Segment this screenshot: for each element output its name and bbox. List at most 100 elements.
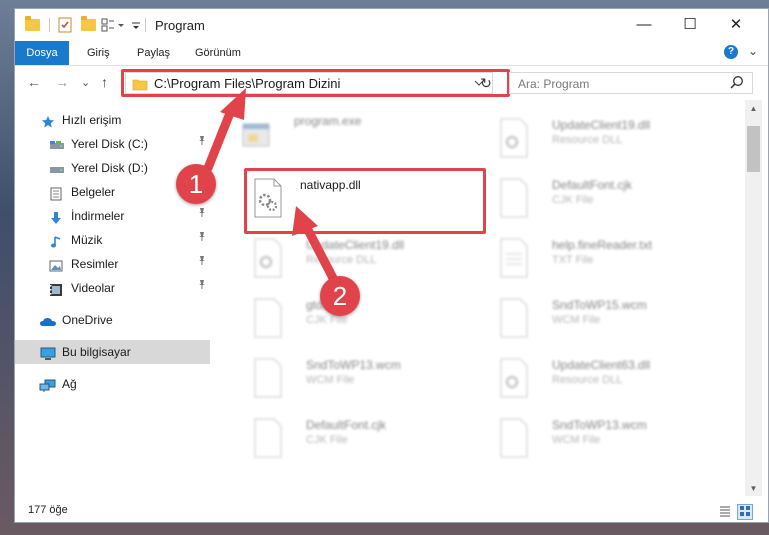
sidebar-item-label: Belgeler xyxy=(71,185,116,199)
file-name: UpdateClient19.dll xyxy=(306,238,405,252)
sidebar-item-label: Ağ xyxy=(62,377,77,391)
tiles-view-icon[interactable] xyxy=(737,504,753,520)
chevron-down-icon[interactable]: ⌄ xyxy=(748,44,758,58)
file-name: program.exe xyxy=(294,114,362,128)
file-item[interactable]: UpdateClient19.dll Resource DLL xyxy=(498,118,738,174)
scroll-down-arrow-icon[interactable]: ▼ xyxy=(745,484,762,493)
sidebar-item-label: İndirmeler xyxy=(71,209,125,223)
ribbon-tabs: Dosya Giriş Paylaş Görünüm ? ⌄ xyxy=(15,41,768,66)
text-file-icon xyxy=(498,238,530,278)
file-explorer-window: Program — ☐ ✕ Dosya Giriş Paylaş Görünüm… xyxy=(14,8,769,523)
file-item[interactable]: program.exe xyxy=(240,114,480,170)
pictures-icon xyxy=(49,257,63,272)
dll-file-icon xyxy=(498,118,530,158)
pin-icon xyxy=(197,228,207,252)
search-input[interactable] xyxy=(516,75,720,93)
customize-toolbar-icon[interactable] xyxy=(101,17,127,33)
address-highlight-annotation xyxy=(121,69,510,97)
step-1-badge: 1 xyxy=(176,164,216,204)
sidebar-item-music[interactable]: Müzik xyxy=(15,228,210,252)
pin-icon xyxy=(197,276,207,300)
dll-file-icon xyxy=(498,358,530,398)
search-box[interactable] xyxy=(509,72,753,94)
file-type: WCM File xyxy=(552,434,601,446)
file-icon xyxy=(252,418,284,458)
file-item[interactable]: UpdateClient63.dll Resource DLL xyxy=(498,358,738,414)
help-icon[interactable]: ? xyxy=(724,45,738,59)
pin-icon xyxy=(197,132,207,156)
item-count: 177 öğe xyxy=(28,504,68,516)
tab-home[interactable]: Giriş xyxy=(87,41,110,65)
file-name: DefaultFont.cjk xyxy=(306,418,387,432)
file-name: SndToWP15.wcm xyxy=(552,298,647,312)
file-type: WCM File xyxy=(552,314,601,326)
file-type: CJK File xyxy=(306,434,348,446)
file-name: help.fineReader.txt xyxy=(552,238,653,252)
sidebar-item-downloads[interactable]: İndirmeler xyxy=(15,204,210,228)
search-icon[interactable] xyxy=(730,75,744,92)
sidebar-item-quick-access[interactable]: Hızlı erişim xyxy=(15,108,210,132)
sidebar-item-network[interactable]: Ağ xyxy=(15,372,210,396)
recent-locations-button[interactable]: ⌄ xyxy=(81,76,90,89)
maximize-button[interactable]: ☐ xyxy=(667,9,713,41)
step-2-badge: 2 xyxy=(320,276,360,316)
sidebar-item-local-disk-c[interactable]: Yerel Disk (C:) xyxy=(15,132,210,156)
file-icon xyxy=(252,298,284,338)
up-button[interactable]: ↑ xyxy=(101,74,108,90)
sidebar-item-label: OneDrive xyxy=(62,313,113,327)
download-icon xyxy=(49,209,63,224)
forward-button[interactable]: → xyxy=(55,74,69,90)
sidebar-item-onedrive[interactable]: OneDrive xyxy=(15,308,210,332)
file-icon xyxy=(498,178,530,218)
computer-icon xyxy=(39,345,56,360)
scroll-up-arrow-icon[interactable]: ▲ xyxy=(745,104,762,113)
file-icon xyxy=(498,418,530,458)
file-item[interactable]: DefaultFont.cjk CJK File xyxy=(498,178,738,234)
sidebar-item-videos[interactable]: Videolar xyxy=(15,276,210,300)
file-type: WCM File xyxy=(306,374,355,386)
file-item[interactable]: help.fineReader.txt TXT File xyxy=(498,238,738,294)
sidebar-item-label: Yerel Disk (D:) xyxy=(71,161,148,175)
drive-icon xyxy=(49,137,64,151)
file-item[interactable]: gtd.cjk CJK File xyxy=(252,298,492,354)
sidebar-item-pictures[interactable]: Resimler xyxy=(15,252,210,276)
sidebar-item-label: Yerel Disk (C:) xyxy=(71,137,148,151)
pin-icon xyxy=(197,252,207,276)
file-item[interactable]: SndToWP13.wcm WCM File xyxy=(498,418,738,474)
sidebar-item-label: Hızlı erişim xyxy=(62,113,122,127)
dropdown-icon[interactable] xyxy=(131,17,141,33)
file-type: Resource DLL xyxy=(552,134,623,146)
close-button[interactable]: ✕ xyxy=(713,9,759,41)
tab-share[interactable]: Paylaş xyxy=(137,41,170,65)
sidebar-item-label: Resimler xyxy=(71,257,119,271)
file-item[interactable]: DefaultFont.cjk CJK File xyxy=(252,418,492,474)
vertical-scrollbar[interactable]: ▲ ▼ xyxy=(745,100,762,496)
file-list: program.exe nativapp.dll UpdateClient19.… xyxy=(220,100,745,496)
file-name: UpdateClient19.dll xyxy=(552,118,651,132)
file-item[interactable]: SndToWP13.wcm WCM File xyxy=(252,358,492,414)
tab-file[interactable]: Dosya xyxy=(15,41,69,65)
exe-file-icon xyxy=(240,114,272,154)
scroll-thumb[interactable] xyxy=(747,126,760,172)
file-name: SndToWP13.wcm xyxy=(552,418,647,432)
file-icon xyxy=(498,298,530,338)
sidebar-item-label: Videolar xyxy=(71,281,115,295)
sidebar-item-this-pc[interactable]: Bu bilgisayar xyxy=(15,340,210,364)
videos-icon xyxy=(49,281,63,296)
file-highlight-annotation xyxy=(244,168,486,234)
file-item[interactable]: SndToWP15.wcm WCM File xyxy=(498,298,738,354)
back-button[interactable]: ← xyxy=(27,74,41,90)
file-type: TXT File xyxy=(552,254,594,266)
window-title: Program xyxy=(155,18,205,33)
star-icon xyxy=(41,113,55,128)
file-type: CJK File xyxy=(552,194,594,206)
details-view-icon[interactable] xyxy=(717,504,733,520)
file-item[interactable]: UpdateClient19.dll Resource DLL xyxy=(252,238,492,294)
tab-view[interactable]: Görünüm xyxy=(195,41,241,65)
pin-icon xyxy=(197,204,207,228)
document-icon xyxy=(49,185,63,201)
minimize-button[interactable]: — xyxy=(621,9,667,41)
drive-icon xyxy=(49,161,64,175)
file-icon xyxy=(252,358,284,398)
properties-icon[interactable] xyxy=(57,17,73,33)
